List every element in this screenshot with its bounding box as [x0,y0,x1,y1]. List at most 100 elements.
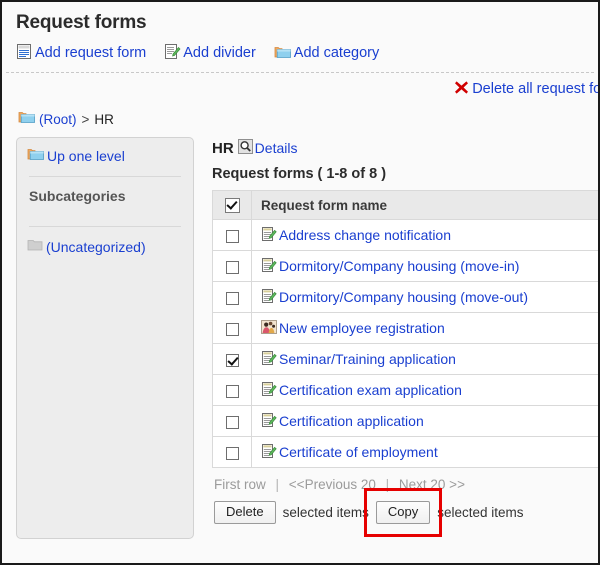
table-row: Certification exam application [212,374,598,406]
request-form-name-label: Address change notification [279,227,451,243]
add-request-form-button[interactable]: Add request form [16,43,146,63]
row-checkbox-cell[interactable] [212,405,252,437]
select-all-cell[interactable] [212,190,252,220]
request-form-link[interactable]: New employee registration [261,319,598,338]
request-form-name-cell: Certification exam application [251,374,598,406]
breadcrumb-separator: > [81,111,90,127]
table-row: New employee registration [212,312,598,344]
row-checkbox[interactable] [225,384,239,398]
request-form-name-label: Certification application [279,413,424,429]
select-all-checkbox[interactable] [224,198,240,214]
action-bar: Delete selected items Copy selected item… [212,488,598,538]
request-form-name-label: Certification exam application [279,382,462,398]
row-checkbox-cell[interactable] [212,281,252,313]
pagination-bar-1: | [275,477,280,492]
folder-icon [18,110,36,128]
table-row: Address change notification [212,219,598,251]
sidebar: Up one level Subcategories (Uncategorize… [16,137,194,539]
form-icon [261,288,277,307]
form-icon [261,257,277,276]
app-window: Request forms Add request form Add divid… [0,0,600,565]
request-form-name-label: Certificate of employment [279,444,438,460]
delete-all-row: Delete all request for [2,73,598,98]
pagination: First row | <<Previous 20 | Next 20 >> [212,468,598,492]
request-form-name-cell: Certification application [251,405,598,437]
row-checkbox[interactable] [225,291,239,305]
request-form-link[interactable]: Certification exam application [261,381,598,400]
main-content: HR Details Request forms ( 1-8 of 8 ) Re… [194,137,598,538]
row-checkbox[interactable] [225,353,239,367]
row-checkbox[interactable] [225,446,239,460]
request-form-link[interactable]: Dormitory/Company housing (move-out) [261,288,598,307]
row-checkbox[interactable] [225,229,239,243]
table-row: Seminar/Training application [212,343,598,375]
pagination-bar-2: | [385,477,390,492]
category-header: HR Details [212,137,598,157]
delete-all-request-forms-button[interactable]: Delete all request for [454,80,598,98]
add-category-button[interactable]: Add category [274,44,379,63]
magnifier-icon [237,139,253,157]
toolbar: Add request form Add divider Add categor… [2,34,598,63]
request-form-link[interactable]: Certification application [261,412,598,431]
pagination-previous[interactable]: <<Previous 20 [289,477,376,492]
request-form-name-label: Dormitory/Company housing (move-in) [279,258,520,274]
folder-up-icon [27,147,45,165]
request-form-link[interactable]: Seminar/Training application [261,350,598,369]
copy-button[interactable]: Copy [375,501,431,525]
add-request-form-label: Add request form [35,45,147,61]
copy-suffix-label: selected items [437,505,524,521]
breadcrumb-root-link[interactable]: (Root) [39,112,77,127]
request-form-name-label: Seminar/Training application [279,351,456,367]
add-divider-button[interactable]: Add divider [164,43,256,63]
row-checkbox[interactable] [225,322,239,336]
sidebar-item-uncategorized[interactable]: (Uncategorized) [27,227,183,255]
request-form-icon [16,43,33,63]
delete-x-icon [454,80,469,98]
request-form-link[interactable]: Certificate of employment [261,443,598,462]
delete-suffix-label: selected items [282,505,369,521]
request-form-name-cell: Dormitory/Company housing (move-out) [251,281,598,313]
breadcrumb: (Root) > HR [2,98,598,128]
request-form-link[interactable]: Dormitory/Company housing (move-in) [261,257,598,276]
divider-icon [164,43,181,63]
sidebar-uncategorized-label: (Uncategorized) [46,238,146,255]
row-checkbox-cell[interactable] [212,312,252,344]
copy-button-group: Copy [363,488,443,538]
request-form-name-cell: New employee registration [251,312,598,344]
details-button[interactable]: Details [237,139,298,157]
sidebar-subcategories-heading: Subcategories [29,188,126,204]
request-form-name-cell: Certificate of employment [251,436,598,468]
details-label: Details [254,140,298,156]
breadcrumb-current: HR [94,111,114,127]
folder-icon [274,44,292,63]
row-checkbox-cell[interactable] [212,436,252,468]
table-header-row: Request form name [212,190,598,220]
form-icon [261,350,277,369]
form-icon [261,226,277,245]
form-icon [261,412,277,431]
request-forms-count: Request forms ( 1-8 of 8 ) [212,166,387,182]
row-checkbox-cell[interactable] [212,343,252,375]
row-checkbox[interactable] [225,260,239,274]
column-header-request-form-name: Request form name [251,190,598,220]
row-checkbox-cell[interactable] [212,374,252,406]
sidebar-up-one-level-label: Up one level [47,148,125,164]
delete-button[interactable]: Delete [214,501,276,525]
row-checkbox[interactable] [225,415,239,429]
form-icon [261,381,277,400]
pagination-first-row[interactable]: First row [214,477,266,492]
body-split: Up one level Subcategories (Uncategorize… [2,128,598,539]
row-checkbox-cell[interactable] [212,250,252,282]
sidebar-item-up-one-level[interactable]: Up one level [27,147,183,165]
delete-all-label: Delete all request for [472,81,598,97]
row-checkbox-cell[interactable] [212,219,252,251]
request-form-name-cell: Seminar/Training application [251,343,598,375]
table-row: Certification application [212,405,598,437]
request-form-name-cell: Dormitory/Company housing (move-in) [251,250,598,282]
table-row: Dormitory/Company housing (move-in) [212,250,598,282]
table-row: Dormitory/Company housing (move-out) [212,281,598,313]
request-form-link[interactable]: Address change notification [261,226,598,245]
pagination-next[interactable]: Next 20 >> [399,477,465,492]
form-icon [261,443,277,462]
table-body: Address change notification Dormitory/Com… [212,219,598,468]
